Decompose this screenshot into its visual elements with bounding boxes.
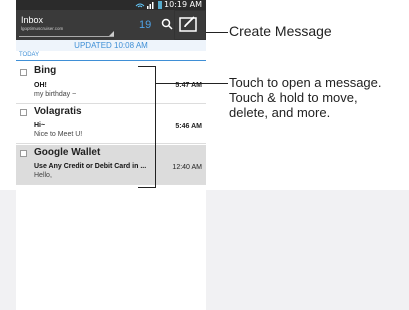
touch-message-callout: Touch to open a message. Touch & hold to…: [229, 75, 382, 120]
message-preview: Hello,: [34, 172, 52, 179]
create-message-callout: Create Message: [229, 23, 332, 39]
message-checkbox[interactable]: [20, 150, 27, 157]
section-header-today: TODAY: [16, 51, 206, 61]
message-time: 5:46 AM: [175, 123, 202, 130]
inbox-selector[interactable]: Inbox lgoptimuscruiser.com: [19, 14, 114, 37]
touch-callout-line-1: Touch to open a message.: [229, 75, 382, 90]
unread-count: 19: [139, 19, 152, 31]
updated-banner: UPDATED 10:08 AM: [16, 40, 206, 51]
compose-icon[interactable]: [179, 15, 197, 33]
status-bar: 10:19 AM: [16, 0, 206, 10]
dropdown-arrow-icon: [109, 31, 114, 36]
message-preview: Nice to Meet U!: [34, 131, 83, 138]
phone-screen: 10:19 AM Inbox lgoptimuscruiser.com 19 U…: [16, 0, 206, 310]
inbox-title: Inbox: [21, 15, 44, 25]
signal-icon: [134, 0, 168, 10]
message-time: 12:40 AM: [172, 164, 202, 171]
app-bar: Inbox lgoptimuscruiser.com 19: [16, 10, 206, 40]
create-message-leader-line: [206, 32, 228, 34]
message-checkbox[interactable]: [20, 109, 27, 116]
message-sender: Google Wallet: [34, 147, 101, 158]
account-label: lgoptimuscruiser.com: [21, 26, 64, 31]
status-time: 10:19 AM: [164, 0, 202, 9]
message-row[interactable]: Volagratis Hi~ Nice to Meet U! 5:46 AM: [16, 104, 206, 144]
message-sender: Bing: [34, 65, 57, 76]
message-row[interactable]: Google Wallet Use Any Credit or Debit Ca…: [16, 145, 206, 185]
touch-callout-line-3: delete, and more.: [229, 105, 331, 120]
message-list-bracket: [138, 66, 156, 188]
touch-message-leader-line: [156, 83, 228, 85]
message-subject: Hi~: [34, 122, 46, 129]
message-checkbox[interactable]: [20, 69, 27, 76]
message-preview: my birthday ~: [34, 91, 77, 98]
search-icon[interactable]: [161, 18, 173, 30]
message-subject: OH!: [34, 82, 47, 89]
message-sender: Volagratis: [34, 106, 82, 117]
message-subject: Use Any Credit or Debit Card in ...: [34, 163, 147, 170]
touch-callout-line-2: Touch & hold to move,: [229, 90, 358, 105]
